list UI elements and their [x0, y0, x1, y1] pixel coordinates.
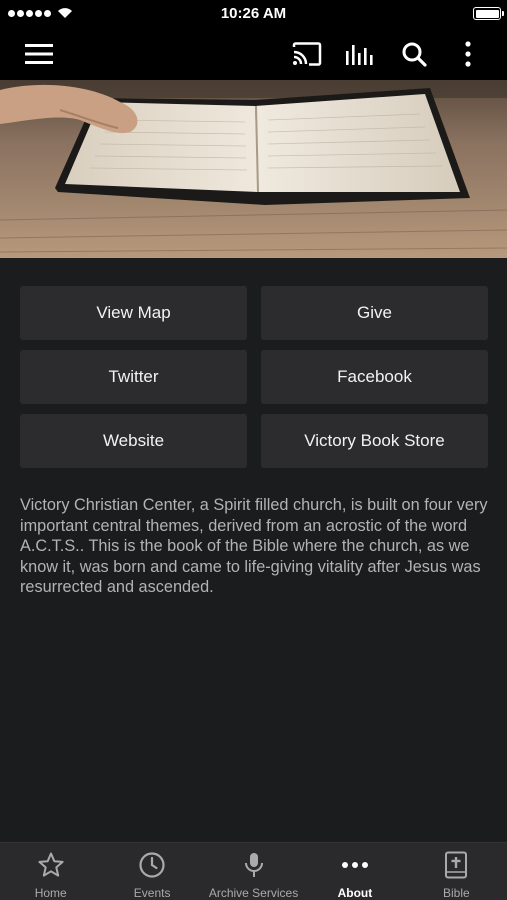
facebook-button[interactable]: Facebook: [261, 350, 488, 404]
tab-bible[interactable]: Bible: [406, 843, 507, 900]
cast-icon[interactable]: [287, 34, 327, 74]
more-vertical-icon[interactable]: [448, 34, 488, 74]
bible-icon: [444, 851, 468, 879]
battery-icon: [473, 7, 504, 20]
clock-icon: [138, 851, 166, 879]
status-time: 10:26 AM: [220, 5, 287, 22]
tab-label: Events: [133, 886, 171, 900]
hero-image: [0, 80, 507, 258]
audio-bars-icon[interactable]: [341, 34, 381, 74]
top-toolbar: [0, 26, 507, 80]
tab-label: About: [337, 886, 373, 900]
twitter-button[interactable]: Twitter: [20, 350, 247, 404]
website-button[interactable]: Website: [20, 414, 247, 468]
tab-label: Archive Services: [208, 886, 299, 900]
menu-icon[interactable]: [19, 34, 59, 74]
star-icon: [37, 851, 65, 879]
bottom-tab-bar: Home Events Archive Services About Bible: [0, 842, 507, 900]
tab-home[interactable]: Home: [0, 843, 101, 900]
view-map-button[interactable]: View Map: [20, 286, 247, 340]
tab-about[interactable]: About: [304, 843, 405, 900]
ellipsis-icon: [341, 851, 369, 879]
victory-book-store-button[interactable]: Victory Book Store: [261, 414, 488, 468]
microphone-icon: [242, 851, 266, 879]
tab-events[interactable]: Events: [101, 843, 202, 900]
about-description: Victory Christian Center, a Spirit fille…: [20, 496, 488, 596]
tab-label: Bible: [442, 886, 470, 900]
tab-label: Home: [34, 886, 67, 900]
search-icon[interactable]: [394, 34, 434, 74]
status-bar: 10:26 AM: [0, 0, 507, 26]
tab-archive-services[interactable]: Archive Services: [203, 843, 304, 900]
give-button[interactable]: Give: [261, 286, 488, 340]
